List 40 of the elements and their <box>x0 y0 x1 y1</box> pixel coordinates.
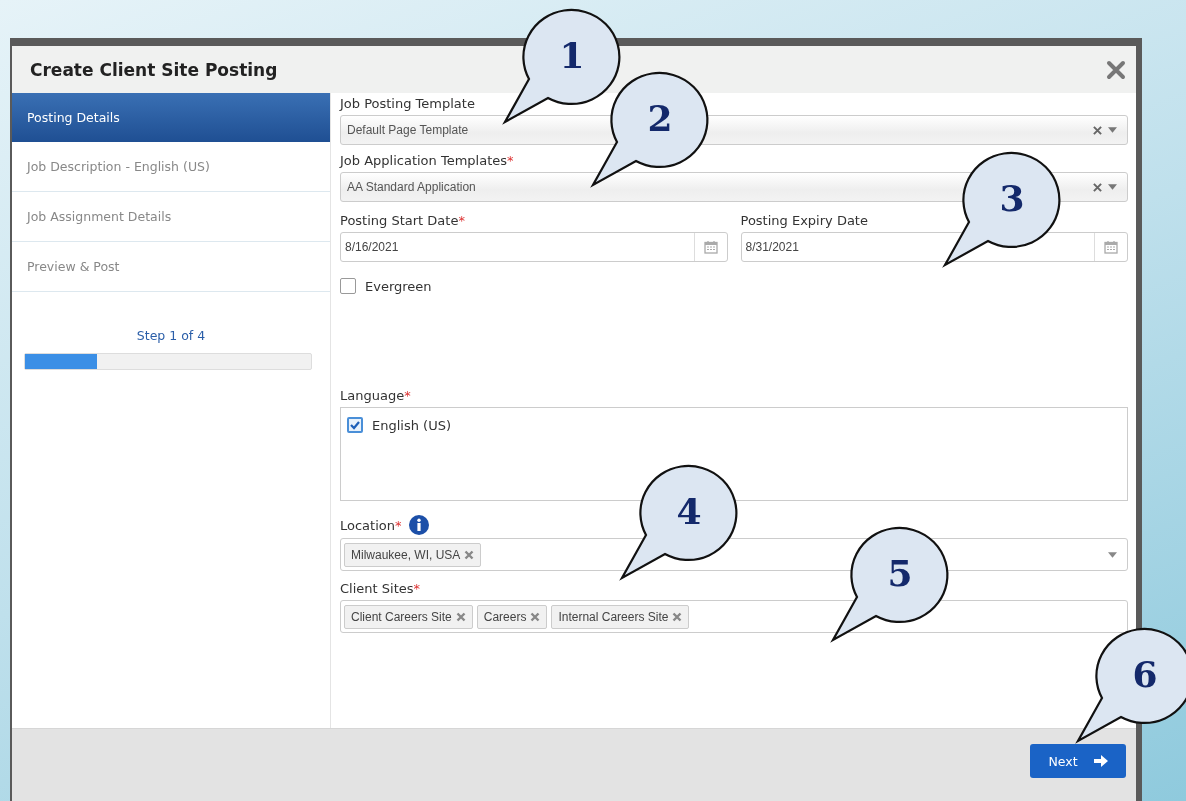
step-tab[interactable]: Job Assignment Details <box>12 192 330 242</box>
callout-number: 1 <box>559 34 585 76</box>
checkbox[interactable] <box>340 278 356 294</box>
remove-icon[interactable] <box>672 611 683 622</box>
info-icon[interactable] <box>409 515 430 535</box>
step-counter: Step 1 of 4 <box>136 328 206 343</box>
field-label: Location* <box>340 517 402 533</box>
calendar-icon[interactable] <box>1104 240 1118 254</box>
step-tab[interactable]: Preview & Post <box>12 242 330 292</box>
step-tab[interactable]: Posting Details <box>12 93 330 142</box>
site-tag: Client Careers Site <box>344 604 473 629</box>
dropdown-caret-icon[interactable] <box>1108 551 1117 558</box>
dropdown-caret-icon[interactable] <box>1108 127 1117 133</box>
location-tag: Milwaukee, WI, USA <box>344 542 482 567</box>
step-tab[interactable]: Job Description - English (US) <box>12 142 330 192</box>
evergreen-checkbox[interactable]: Evergreen <box>340 278 432 294</box>
calendar-icon[interactable] <box>703 240 718 254</box>
callout-number: 6 <box>1132 653 1158 695</box>
field-label: Client Sites* <box>340 581 420 596</box>
site-tag: Internal Careers Site <box>551 604 690 629</box>
remove-icon[interactable] <box>464 549 475 560</box>
clear-icon[interactable] <box>1093 125 1102 135</box>
dropdown-caret-icon[interactable] <box>1108 184 1117 190</box>
next-button[interactable]: Next <box>1030 744 1126 778</box>
field-label: Job Posting Template <box>340 96 475 111</box>
clear-icon[interactable] <box>1093 182 1102 192</box>
arrow-right-icon <box>1093 755 1108 767</box>
remove-icon[interactable] <box>455 611 466 622</box>
field-label: Posting Start Date* <box>340 213 466 228</box>
remove-icon[interactable] <box>530 611 541 622</box>
field-label: Language* <box>340 388 411 403</box>
field-label: Job Application Templates* <box>340 153 514 168</box>
field-label: Posting Expiry Date <box>740 213 869 228</box>
date-field[interactable]: 8/16/2021 <box>340 232 728 262</box>
checkbox[interactable] <box>347 417 363 433</box>
language-checkbox[interactable]: English (US) <box>347 417 1121 433</box>
site-tag: Careers <box>476 604 548 629</box>
close-icon[interactable] <box>1106 59 1126 80</box>
callout-number: 4 <box>676 490 702 532</box>
dialog-title: Create Client Site Posting <box>30 59 278 80</box>
